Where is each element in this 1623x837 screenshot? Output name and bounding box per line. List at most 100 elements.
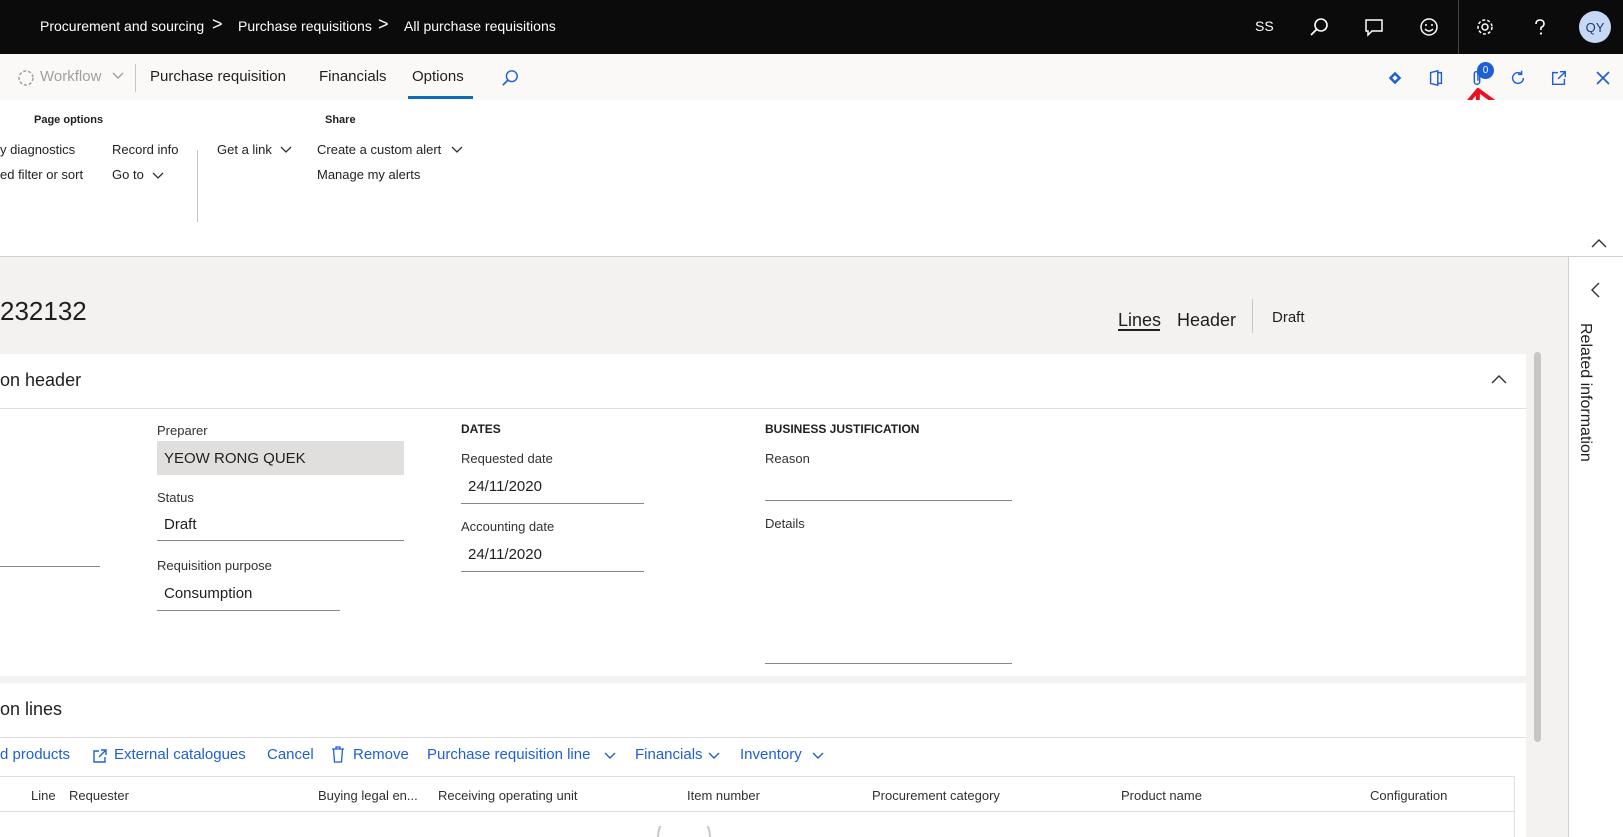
column-header-buying-legal-entity[interactable]: Buying legal en... (318, 788, 418, 803)
smiley-icon[interactable] (1416, 14, 1442, 40)
financials-menu[interactable]: Financials (635, 746, 703, 763)
refresh-icon[interactable] (1506, 66, 1530, 90)
tab-options[interactable]: Options (412, 68, 464, 85)
column-header-configuration[interactable]: Configuration (1370, 788, 1447, 803)
preparer-label: Preparer (157, 423, 208, 438)
breadcrumb-separator: > (212, 14, 223, 34)
workflow-button[interactable]: Workflow (40, 68, 101, 85)
field-underline (0, 566, 100, 567)
breadcrumb-purchase-requisitions[interactable]: Purchase requisitions (238, 18, 372, 34)
office-icon[interactable] (1424, 66, 1448, 90)
tab-lines[interactable]: Lines (1118, 310, 1161, 331)
status-divider (1252, 299, 1253, 333)
column-header-item-number[interactable]: Item number (687, 788, 760, 803)
purchase-requisition-line-menu[interactable]: Purchase requisition line (427, 746, 590, 763)
manage-my-alerts-button[interactable]: Manage my alerts (317, 167, 420, 182)
chevron-down-icon (152, 172, 164, 180)
search-icon[interactable] (498, 66, 522, 90)
requested-date-field[interactable]: 24/11/2020 (461, 470, 644, 504)
lines-section-title[interactable]: on lines (0, 699, 62, 720)
cancel-button[interactable]: Cancel (267, 746, 314, 763)
breadcrumb-all-purchase-requisitions[interactable]: All purchase requisitions (404, 18, 556, 34)
accounting-date-label: Accounting date (461, 519, 555, 534)
preparer-field: YEOW RONG QUEK (157, 441, 404, 475)
active-view-indicator (1118, 329, 1160, 331)
options-ribbon (0, 100, 1623, 257)
page-options-heading: Page options (34, 114, 104, 126)
power-apps-icon[interactable] (1383, 66, 1407, 90)
column-header-procurement-category[interactable]: Procurement category (872, 788, 1000, 803)
loading-spinner-icon (657, 826, 711, 837)
top-navigation-bar: Procurement and sourcing > Purchase requ… (0, 0, 1623, 54)
chevron-down-icon (112, 72, 124, 80)
remove-button[interactable]: Remove (353, 746, 409, 763)
gear-icon[interactable] (1472, 14, 1498, 40)
breadcrumb-procurement[interactable]: Procurement and sourcing (40, 18, 204, 34)
workflow-spinner-icon (16, 68, 36, 88)
diagnostics-button[interactable]: y diagnostics (0, 142, 75, 157)
tab-header[interactable]: Header (1177, 310, 1236, 331)
page-title: 232132 (0, 296, 87, 326)
status-field[interactable]: Draft (157, 509, 404, 541)
avatar[interactable]: QY (1579, 11, 1611, 43)
column-header-requester[interactable]: Requester (69, 788, 129, 803)
chevron-left-icon[interactable] (1590, 282, 1600, 298)
section-divider (0, 737, 1526, 738)
details-label: Details (765, 516, 805, 531)
active-tab-indicator (408, 96, 473, 99)
topbar-divider (1458, 0, 1459, 54)
external-link-icon (92, 748, 108, 764)
tab-financials[interactable]: Financials (319, 68, 387, 85)
status-label: Status (157, 490, 194, 505)
section-divider (0, 408, 1526, 409)
chevron-down-icon (604, 752, 616, 760)
ribbon-divider (197, 150, 198, 222)
help-icon[interactable] (1527, 14, 1553, 40)
grid-top-border (0, 776, 1514, 777)
details-field[interactable] (765, 663, 1012, 664)
add-products-button[interactable]: d products (0, 746, 70, 763)
company-code[interactable]: SS (1255, 18, 1274, 34)
attachments-count-badge: 0 (1477, 62, 1494, 79)
grid-header-border (0, 811, 1514, 812)
column-header-product-name[interactable]: Product name (1121, 788, 1202, 803)
advanced-filter-button[interactable]: ed filter or sort (0, 167, 83, 182)
collapse-ribbon-icon[interactable] (1591, 238, 1607, 248)
breadcrumb-separator: > (378, 14, 389, 34)
header-section-title[interactable]: on header (0, 370, 81, 391)
requisition-purpose-field[interactable]: Consumption (157, 577, 340, 611)
chevron-up-icon[interactable] (1491, 374, 1507, 384)
open-new-window-icon[interactable] (1547, 66, 1571, 90)
business-justification-heading: BUSINESS JUSTIFICATION (765, 422, 920, 436)
column-header-receiving-operating-unit[interactable]: Receiving operating unit (438, 788, 577, 803)
chat-icon[interactable] (1361, 14, 1387, 40)
external-catalogues-button[interactable]: External catalogues (114, 746, 246, 763)
page-scrollbar[interactable] (1534, 352, 1541, 742)
dates-group-heading: DATES (461, 422, 501, 436)
share-heading: Share (325, 114, 356, 126)
grid-right-border (1514, 776, 1515, 837)
action-pane: Workflow Purchase requisition Financials… (0, 54, 1623, 100)
related-information-toggle[interactable]: Related information (1576, 323, 1594, 462)
chevron-down-icon (451, 146, 463, 154)
search-icon[interactable] (1306, 14, 1332, 40)
chevron-down-icon (708, 752, 720, 760)
chevron-down-icon (812, 752, 824, 760)
trash-icon (331, 746, 345, 763)
requested-date-label: Requested date (461, 451, 553, 466)
go-to-button[interactable]: Go to (112, 167, 144, 182)
actionbar-divider (135, 64, 136, 92)
close-icon[interactable] (1591, 66, 1615, 90)
accounting-date-field[interactable]: 24/11/2020 (461, 538, 644, 572)
status-badge: Draft (1272, 309, 1305, 326)
chevron-down-icon (280, 146, 292, 154)
record-info-button[interactable]: Record info (112, 142, 178, 157)
column-header-line[interactable]: Line (31, 788, 56, 803)
tab-purchase-requisition[interactable]: Purchase requisition (150, 68, 286, 85)
create-custom-alert-button[interactable]: Create a custom alert (317, 142, 441, 157)
requisition-purpose-label: Requisition purpose (157, 558, 272, 573)
get-a-link-button[interactable]: Get a link (217, 142, 272, 157)
inventory-menu[interactable]: Inventory (740, 746, 802, 763)
reason-label: Reason (765, 451, 810, 466)
reason-field[interactable] (765, 500, 1012, 501)
